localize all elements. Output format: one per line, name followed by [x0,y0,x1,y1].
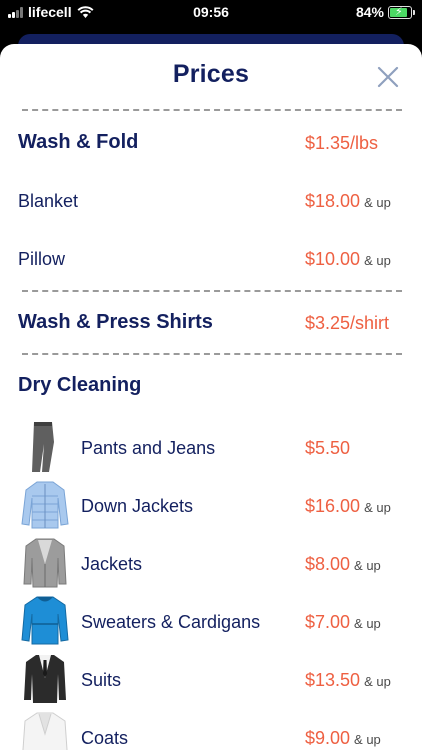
divider [22,290,402,292]
coat-icon [22,712,68,750]
price-value: $16.00 [305,496,361,516]
blanket-label: Blanket [18,191,79,211]
dry-cleaning-title: Dry Cleaning [18,374,142,396]
item-name: Coats [81,728,129,748]
divider [22,109,402,111]
price-value: $5.50 [305,438,351,458]
item-price: $13.50 & up [305,670,391,691]
blazer-icon [23,538,67,588]
wash-fold-price: $1.35/lbs [305,133,378,154]
price-value: $10.00 [305,249,361,269]
price-value: $9.00 [305,728,351,748]
item-price: $16.00 & up [305,496,391,517]
price-value: $7.00 [305,612,351,632]
wash-press-price: $3.25/shirt [305,313,389,334]
item-name: Pants and Jeans [81,438,216,458]
price-suffix: & up [364,253,391,268]
status-right: 84% ⚡ [355,4,415,20]
price-value: $8.00 [305,554,351,574]
price-suffix: & up [354,616,381,631]
price-suffix: & up [354,558,381,573]
price-value: $1.35/lbs [305,133,379,153]
item-name: Sweaters & Cardigans [81,612,261,632]
prices-modal: Prices Wash & Fold $1.35/lbs Blanket $18… [0,44,422,750]
item-price: $8.00 & up [305,554,381,575]
suit-icon [24,655,66,703]
item-name: Jackets [81,554,143,574]
sweater-icon [21,596,69,645]
status-bar: lifecell 09:56 84% ⚡ [0,0,422,24]
wash-press-title: Wash & Press Shirts [18,311,213,333]
item-name: Down Jackets [81,496,194,516]
price-suffix: & up [354,732,381,747]
price-suffix: & up [364,195,391,210]
close-icon[interactable] [375,64,401,90]
item-price: $7.00 & up [305,612,381,633]
pillow-label: Pillow [18,249,66,269]
price-value: $18.00 [305,191,361,211]
divider [22,353,402,355]
modal-title: Prices [172,60,250,88]
charging-bolt-icon: ⚡ [395,5,403,18]
battery-percent: 84% [355,4,384,20]
down-jacket-icon [21,481,69,529]
item-price: $5.50 [305,438,354,459]
price-suffix: & up [364,674,391,689]
wash-fold-title: Wash & Fold [18,131,139,153]
price-value: $3.25/shirt [305,313,390,333]
pants-icon [32,422,54,472]
item-price: $9.00 & up [305,728,381,749]
battery-icon: ⚡ [388,5,415,19]
item-name: Suits [81,670,122,690]
pillow-price: $10.00 & up [305,249,391,270]
blanket-price: $18.00 & up [305,191,391,212]
price-value: $13.50 [305,670,361,690]
price-suffix: & up [364,500,391,515]
